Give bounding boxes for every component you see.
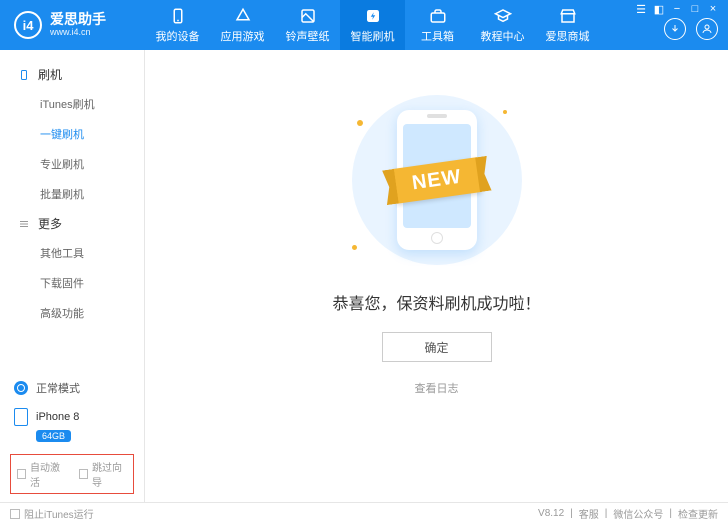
skip-guide-checkbox[interactable]: 跳过向导 xyxy=(79,459,127,489)
apps-icon xyxy=(234,7,252,25)
ok-button[interactable]: 确定 xyxy=(382,332,492,362)
flash-options: 自动激活 跳过向导 xyxy=(10,454,134,494)
wallpaper-icon xyxy=(299,7,317,25)
sidebar-item-pro-flash[interactable]: 专业刷机 xyxy=(0,149,144,179)
maximize-icon[interactable]: □ xyxy=(690,4,700,14)
checkbox-icon xyxy=(17,469,26,479)
tab-label: 智能刷机 xyxy=(351,28,395,44)
check-update-link[interactable]: 检查更新 xyxy=(678,506,718,521)
device-phone-icon xyxy=(14,408,28,426)
graduation-icon xyxy=(494,7,512,25)
tab-label: 工具箱 xyxy=(421,28,454,44)
mode-dot-icon xyxy=(14,381,28,395)
tab-store[interactable]: 爱思商城 xyxy=(535,0,600,50)
menu-lines-icon xyxy=(18,218,30,230)
block-itunes-checkbox[interactable]: 阻止iTunes运行 xyxy=(10,506,94,521)
sidebar-group-flash: 刷机 xyxy=(0,60,144,89)
menu-icon[interactable]: ☰ xyxy=(636,4,646,14)
tab-label: 铃声壁纸 xyxy=(286,28,330,44)
tab-apps[interactable]: 应用游戏 xyxy=(210,0,275,50)
app-url: www.i4.cn xyxy=(50,28,106,38)
window-controls: ☰ ◧ − □ × xyxy=(636,4,718,14)
mode-indicator[interactable]: 正常模式 xyxy=(10,374,134,402)
tab-label: 爱思商城 xyxy=(546,28,590,44)
phone-icon xyxy=(169,7,187,25)
tab-label: 应用游戏 xyxy=(221,28,265,44)
tab-toolbox[interactable]: 工具箱 xyxy=(405,0,470,50)
sidebar-item-other-tools[interactable]: 其他工具 xyxy=(0,238,144,268)
checkbox-label: 阻止iTunes运行 xyxy=(24,506,94,521)
user-button[interactable] xyxy=(696,18,718,40)
device-info[interactable]: iPhone 8 64GB xyxy=(10,402,134,448)
tab-ringtones[interactable]: 铃声壁纸 xyxy=(275,0,340,50)
version-label: V8.12 xyxy=(538,508,564,519)
logo-icon: i4 xyxy=(14,11,42,39)
support-link[interactable]: 客服 xyxy=(579,506,599,521)
tab-label: 我的设备 xyxy=(156,28,200,44)
sidebar-item-batch-flash[interactable]: 批量刷机 xyxy=(0,179,144,209)
storage-badge: 64GB xyxy=(36,430,71,442)
sidebar-item-itunes-flash[interactable]: iTunes刷机 xyxy=(0,89,144,119)
tab-tutorials[interactable]: 教程中心 xyxy=(470,0,535,50)
checkbox-label: 跳过向导 xyxy=(92,459,127,489)
minimize-icon[interactable]: − xyxy=(672,4,682,14)
sidebar-item-download-firmware[interactable]: 下载固件 xyxy=(0,268,144,298)
mode-label: 正常模式 xyxy=(36,380,80,396)
success-message: 恭喜您，保资料刷机成功啦！ xyxy=(332,290,540,314)
tab-label: 教程中心 xyxy=(481,28,525,44)
close-icon[interactable]: × xyxy=(708,4,718,14)
device-name: iPhone 8 xyxy=(36,411,79,423)
tab-flash[interactable]: 智能刷机 xyxy=(340,0,405,50)
checkbox-icon xyxy=(79,469,88,479)
wechat-link[interactable]: 微信公众号 xyxy=(613,506,663,521)
flash-icon xyxy=(364,7,382,25)
checkbox-label: 自动激活 xyxy=(30,459,65,489)
download-button[interactable] xyxy=(664,18,686,40)
success-illustration: NEW xyxy=(327,90,547,270)
view-log-link[interactable]: 查看日志 xyxy=(415,380,459,396)
store-icon xyxy=(559,7,577,25)
phone-small-icon xyxy=(18,67,30,83)
app-header: i4 爱思助手 www.i4.cn 我的设备 应用游戏 铃声壁纸 智能刷机 工具… xyxy=(0,0,728,50)
sidebar-group-more: 更多 xyxy=(0,209,144,238)
sidebar: 刷机 iTunes刷机 一键刷机 专业刷机 批量刷机 更多 其他工具 下载固件 … xyxy=(0,50,145,502)
tab-my-device[interactable]: 我的设备 xyxy=(145,0,210,50)
skin-icon[interactable]: ◧ xyxy=(654,4,664,14)
app-name: 爱思助手 xyxy=(50,12,106,27)
main-content: NEW 恭喜您，保资料刷机成功啦！ 确定 查看日志 xyxy=(145,50,728,502)
sidebar-item-onekey-flash[interactable]: 一键刷机 xyxy=(0,119,144,149)
checkbox-icon xyxy=(10,509,20,519)
group-title: 更多 xyxy=(38,215,62,232)
sidebar-item-advanced[interactable]: 高级功能 xyxy=(0,298,144,328)
logo: i4 爱思助手 www.i4.cn xyxy=(0,11,145,39)
toolbox-icon xyxy=(429,7,447,25)
status-bar: 阻止iTunes运行 V8.12 | 客服 | 微信公众号 | 检查更新 xyxy=(0,502,728,524)
group-title: 刷机 xyxy=(38,66,62,83)
auto-activate-checkbox[interactable]: 自动激活 xyxy=(17,459,65,489)
